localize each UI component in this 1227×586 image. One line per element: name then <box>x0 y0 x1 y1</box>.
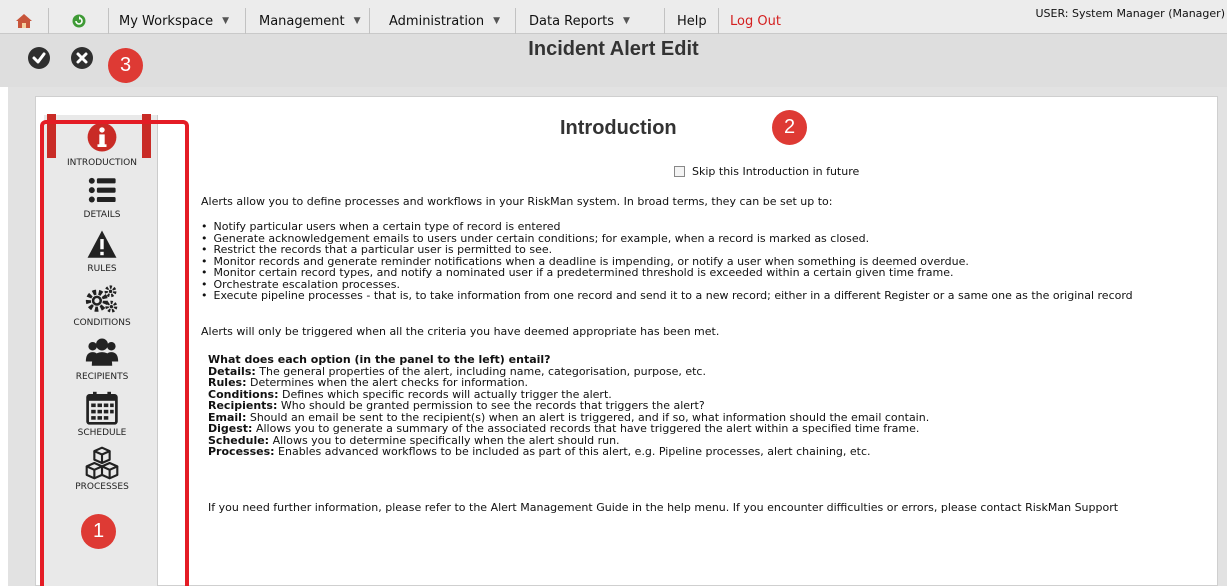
skip-intro-label: Skip this Introduction in future <box>692 165 860 178</box>
home-button[interactable] <box>0 8 49 34</box>
chevron-down-icon: ▼ <box>493 16 501 26</box>
list-item: Execute pipeline processes - that is, to… <box>201 290 1133 302</box>
title-bar: Incident Alert Edit 3 <box>0 34 1227 87</box>
cancel-button[interactable] <box>71 47 93 69</box>
user-info: USER: System Manager (Manager) <box>1035 7 1225 20</box>
menu-management[interactable]: Management ▼ <box>246 8 370 34</box>
refresh-button[interactable] <box>49 8 109 34</box>
capabilities-list: Notify particular users when a certain t… <box>201 221 1133 302</box>
save-button[interactable] <box>28 47 50 69</box>
page-title: Incident Alert Edit <box>528 38 699 60</box>
skip-intro-checkbox[interactable] <box>674 166 685 177</box>
intro-paragraph: Alerts allow you to define processes and… <box>201 195 833 208</box>
trigger-paragraph: Alerts will only be triggered when all t… <box>201 325 720 338</box>
chevron-down-icon: ▼ <box>222 16 230 26</box>
menu-help[interactable]: Help <box>665 8 719 34</box>
check-icon <box>32 52 46 64</box>
option-line: Processes: Enables advanced workflows to… <box>208 445 871 458</box>
options-section: What does each option (in the panel to t… <box>208 354 929 458</box>
refresh-icon <box>72 14 85 28</box>
menu-data-reports[interactable]: Data Reports ▼ <box>516 8 665 34</box>
footer-paragraph: If you need further information, please … <box>208 501 1119 514</box>
chevron-down-icon: ▼ <box>623 16 630 26</box>
menu-my-workspace[interactable]: My Workspace ▼ <box>109 8 246 34</box>
close-icon <box>76 52 88 64</box>
callout-badge-1: 1 <box>81 514 116 549</box>
sidebar-highlight-frame <box>40 120 189 586</box>
menu-administration[interactable]: Administration ▼ <box>370 8 516 34</box>
callout-badge-3: 3 <box>108 48 143 83</box>
section-heading: Introduction <box>560 117 677 139</box>
home-icon <box>16 14 32 28</box>
top-menu-bar: My Workspace ▼ Management ▼ Administration… <box>0 0 1227 34</box>
chevron-down-icon: ▼ <box>353 16 361 26</box>
list-item: Monitor certain record types, and notify… <box>201 267 1133 279</box>
callout-badge-2: 2 <box>772 110 807 145</box>
menu-log-out[interactable]: Log Out <box>719 8 789 34</box>
list-item: Restrict the records that a particular u… <box>201 244 1133 256</box>
skip-intro-option[interactable]: Skip this Introduction in future <box>674 165 859 178</box>
list-item: Notify particular users when a certain t… <box>201 221 1133 233</box>
